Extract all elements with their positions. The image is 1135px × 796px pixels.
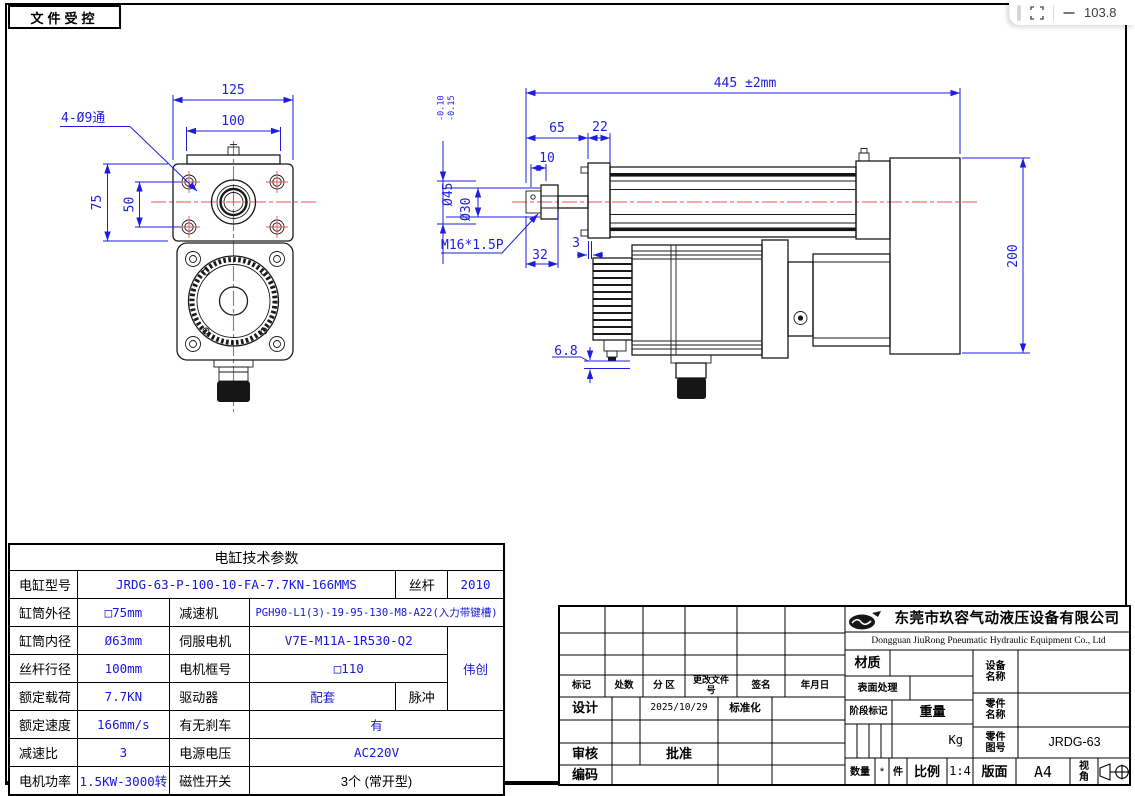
param-label: 伺服电机 [170, 627, 250, 655]
param-brand: 伟创 [448, 627, 504, 711]
dia-45: Ø45 [441, 183, 456, 206]
weight-label: 重量 [892, 700, 973, 724]
qty-star: * [875, 758, 889, 786]
rod-thread-callout: M16*1.5P [441, 238, 504, 253]
param-label: 丝杆行径 [9, 655, 77, 683]
dia-45-tol-lower: -0.15 [447, 95, 457, 121]
dim-32: 32 [532, 248, 548, 263]
rev-header-date: 年月日 [785, 675, 845, 697]
side-view: 445 ±2mm 65 22 10 -0.10 -0.15 Ø45 Ø30 M1… [437, 76, 1031, 399]
hole-callout: 4-Ø9通 [61, 111, 105, 126]
params-table-title: 电缸技术参数 [9, 544, 504, 571]
code-label: 编码 [558, 765, 612, 786]
param-value: V7E-M11A-1R530-Q2 [250, 627, 448, 655]
rev-header-doc-no: 更改文件 号 [685, 675, 737, 697]
param-label: 额定载荷 [9, 683, 77, 711]
param-label: 脉冲 [396, 683, 448, 711]
side-dimension-lines [437, 88, 1030, 383]
zoom-level-value: 103.8 [1084, 5, 1117, 20]
param-value: JRDG-63-P-100-10-FA-7.7KN-166MMS [77, 571, 396, 599]
qty-unit: 件 [889, 758, 907, 786]
param-label: 减速比 [9, 739, 77, 767]
toolbar-divider [1053, 5, 1054, 21]
dim-6-8: 6.8 [554, 344, 577, 359]
drawing-sheet: 文件受控 [0, 0, 1135, 791]
fit-to-screen-icon[interactable] [1029, 5, 1045, 21]
param-label: 驱动器 [170, 683, 250, 711]
param-value: 配套 [250, 683, 396, 711]
weight-unit: Kg [892, 724, 973, 758]
param-value: AC220V [250, 739, 504, 767]
dim-3: 3 [572, 236, 580, 251]
param-value: 有 [250, 711, 504, 739]
param-label: 电源电压 [170, 739, 250, 767]
scale-label: 比例 [907, 758, 947, 786]
param-value: □110 [250, 655, 448, 683]
front-motor-geometry [177, 243, 293, 402]
rev-header-signature: 签名 [737, 675, 785, 697]
design-label: 设计 [558, 697, 612, 720]
param-value: 3 [77, 739, 170, 767]
param-value: □75mm [77, 599, 170, 627]
param-label: 缸筒内径 [9, 627, 77, 655]
params-table: 电缸技术参数 电缸型号 JRDG-63-P-100-10-FA-7.7KN-16… [8, 543, 505, 796]
company-logo [848, 610, 882, 631]
param-value: 2010 [448, 571, 504, 599]
sheet-label: 版面 [973, 758, 1016, 786]
part-no-value: JRDG-63 [1018, 727, 1131, 758]
surface-label: 表面处理 [845, 676, 910, 700]
param-label: 电缸型号 [9, 571, 77, 599]
dim-22: 22 [592, 120, 608, 135]
param-label: 有无刹车 [170, 711, 250, 739]
title-block: 标记 处数 分 区 更改文件 号 签名 年月日 设计 2025/10/29 标准… [558, 605, 1131, 786]
stamp-label: 文件受控 [30, 8, 98, 27]
device-name-label: 设备名称 [973, 650, 1018, 693]
qty-label: 数量 [845, 758, 875, 786]
dim-hole-spacing-v: 50 [123, 197, 138, 213]
sheet-value: A4 [1016, 758, 1070, 786]
rev-header-zone: 分 区 [643, 675, 685, 697]
projection-symbol [1098, 758, 1131, 786]
viewer-toolbar: 103.8 [1009, 0, 1135, 25]
front-view: 125 100 4-Ø9通 75 50 [60, 83, 316, 412]
technical-drawing: 125 100 4-Ø9通 75 50 [0, 0, 1135, 545]
dim-hole-spacing-h: 100 [221, 114, 244, 129]
param-label: 丝杆 [396, 571, 448, 599]
dim-65: 65 [549, 121, 565, 136]
dia-45-tol-upper: -0.10 [437, 95, 447, 121]
document-controlled-stamp: 文件受控 [8, 5, 121, 29]
design-date: 2025/10/29 [640, 697, 718, 720]
rev-header-count: 处数 [605, 675, 643, 697]
param-value: Ø63mm [77, 627, 170, 655]
dim-flange-width: 125 [221, 83, 244, 98]
rev-header-mark: 标记 [558, 675, 605, 697]
param-value: 100mm [77, 655, 170, 683]
company-name-cn: 东莞市玖容气动液压设备有限公司 [884, 607, 1130, 632]
approve-label: 批准 [640, 743, 718, 765]
company-name-en: Dongguan JiuRong Pneumatic Hydraulic Equ… [846, 633, 1131, 649]
dim-overall-length: 445 ±2mm [714, 76, 777, 91]
param-label: 缸筒外径 [9, 599, 77, 627]
toolbar-handle[interactable] [1017, 5, 1021, 21]
param-value: PGH90-L1(3)-19-95-130-M8-A22(入力带键槽) [250, 599, 504, 627]
scale-value: 1:4 [947, 758, 973, 786]
dia-30: Ø30 [459, 198, 474, 221]
side-motor-geometry [593, 240, 890, 399]
view-angle-label: 视角 [1070, 758, 1098, 786]
part-no-label: 零件图号 [973, 727, 1018, 758]
dim-200: 200 [1006, 244, 1021, 267]
dim-flange-height: 75 [90, 195, 105, 211]
review-label: 审核 [558, 743, 612, 765]
zoom-out-icon[interactable] [1062, 6, 1076, 20]
param-value: 7.7KN [77, 683, 170, 711]
part-name-label: 零件名称 [973, 693, 1018, 727]
param-label: 减速机 [170, 599, 250, 627]
material-label: 材质 [845, 650, 890, 676]
standardize-label: 标准化 [718, 697, 772, 720]
stage-label: 阶段标记 [845, 700, 892, 724]
param-label: 额定速度 [9, 711, 77, 739]
param-value: 166mm/s [77, 711, 170, 739]
dim-10: 10 [539, 151, 555, 166]
param-label: 电机框号 [170, 655, 250, 683]
